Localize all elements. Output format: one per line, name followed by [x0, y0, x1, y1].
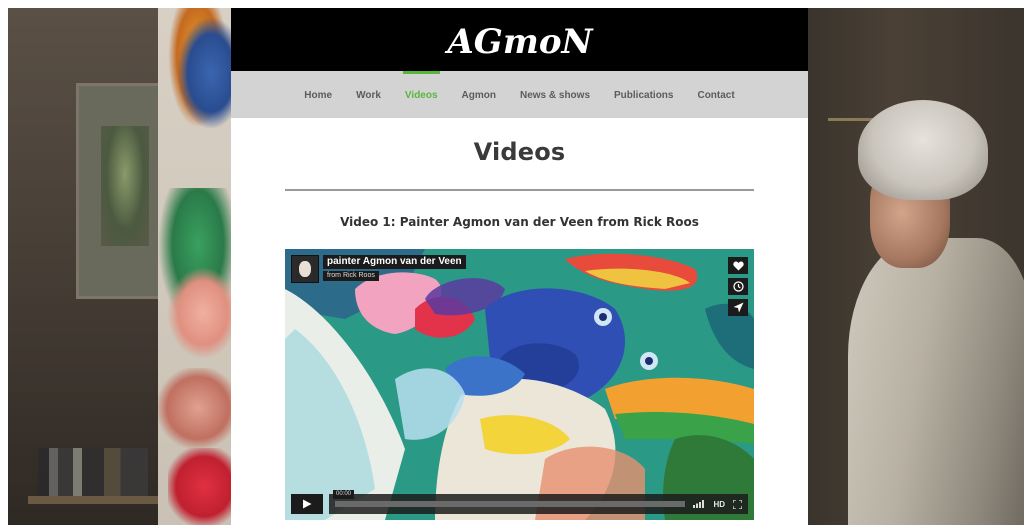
watch-later-button[interactable]: [728, 278, 748, 295]
heart-icon: [732, 261, 744, 270]
video-thumbnail-painting: [285, 249, 754, 520]
svg-text:AGmoN: AGmoN: [444, 22, 594, 62]
fullscreen-button[interactable]: [733, 499, 742, 509]
screenshot-frame: AGmoN Home Work Videos Agmon News & show…: [0, 0, 1024, 525]
video-control-bar: 00:00 HD: [329, 490, 748, 514]
video-title-link[interactable]: painter Agmon van der Veen: [323, 255, 466, 269]
background-man-coat: [848, 238, 1024, 525]
video-byline-link[interactable]: from Rick Roos: [323, 271, 379, 281]
volume-button[interactable]: [693, 500, 705, 508]
nav-item-contact[interactable]: Contact: [685, 71, 746, 118]
title-divider: [285, 189, 754, 191]
play-button[interactable]: [291, 494, 323, 514]
site-header: AGmoN: [231, 8, 808, 71]
progress-bar[interactable]: 00:00: [333, 490, 686, 507]
page-content: AGmoN Home Work Videos Agmon News & show…: [231, 8, 808, 525]
video-player[interactable]: painter Agmon van der Veen from Rick Roo…: [285, 249, 754, 520]
time-indicator: 00:00: [333, 490, 355, 499]
nav-item-work[interactable]: Work: [344, 71, 393, 118]
nav-item-news-shows[interactable]: News & shows: [508, 71, 602, 118]
fullscreen-icon: [733, 499, 742, 509]
video-title-overlay: painter Agmon van der Veen from Rick Roo…: [291, 255, 466, 287]
clock-icon: [732, 281, 744, 292]
background-shelf: [28, 496, 168, 504]
uploader-avatar[interactable]: [291, 255, 319, 283]
nav-item-agmon[interactable]: Agmon: [450, 71, 508, 118]
background-man-hair: [858, 100, 988, 200]
background-painting-canvas: [158, 8, 240, 525]
like-button[interactable]: [728, 257, 748, 274]
hd-toggle[interactable]: HD: [713, 500, 725, 509]
site-logo[interactable]: AGmoN: [231, 8, 808, 71]
main-nav: Home Work Videos Agmon News & shows Publ…: [231, 71, 808, 118]
send-icon: [733, 302, 743, 313]
video-heading: Video 1: Painter Agmon van der Veen from…: [340, 215, 699, 229]
nav-item-home[interactable]: Home: [292, 71, 344, 118]
video-side-buttons: [728, 257, 748, 316]
volume-icon: [693, 500, 705, 508]
page-title: Videos: [473, 138, 566, 166]
nav-item-videos[interactable]: Videos: [393, 71, 450, 118]
play-icon: [303, 499, 312, 509]
video-controls: 00:00 HD: [291, 490, 748, 514]
share-button[interactable]: [728, 299, 748, 316]
nav-item-publications[interactable]: Publications: [602, 71, 685, 118]
background-bottles: [38, 448, 148, 496]
logo-wordmark: AGmoN: [444, 22, 594, 62]
